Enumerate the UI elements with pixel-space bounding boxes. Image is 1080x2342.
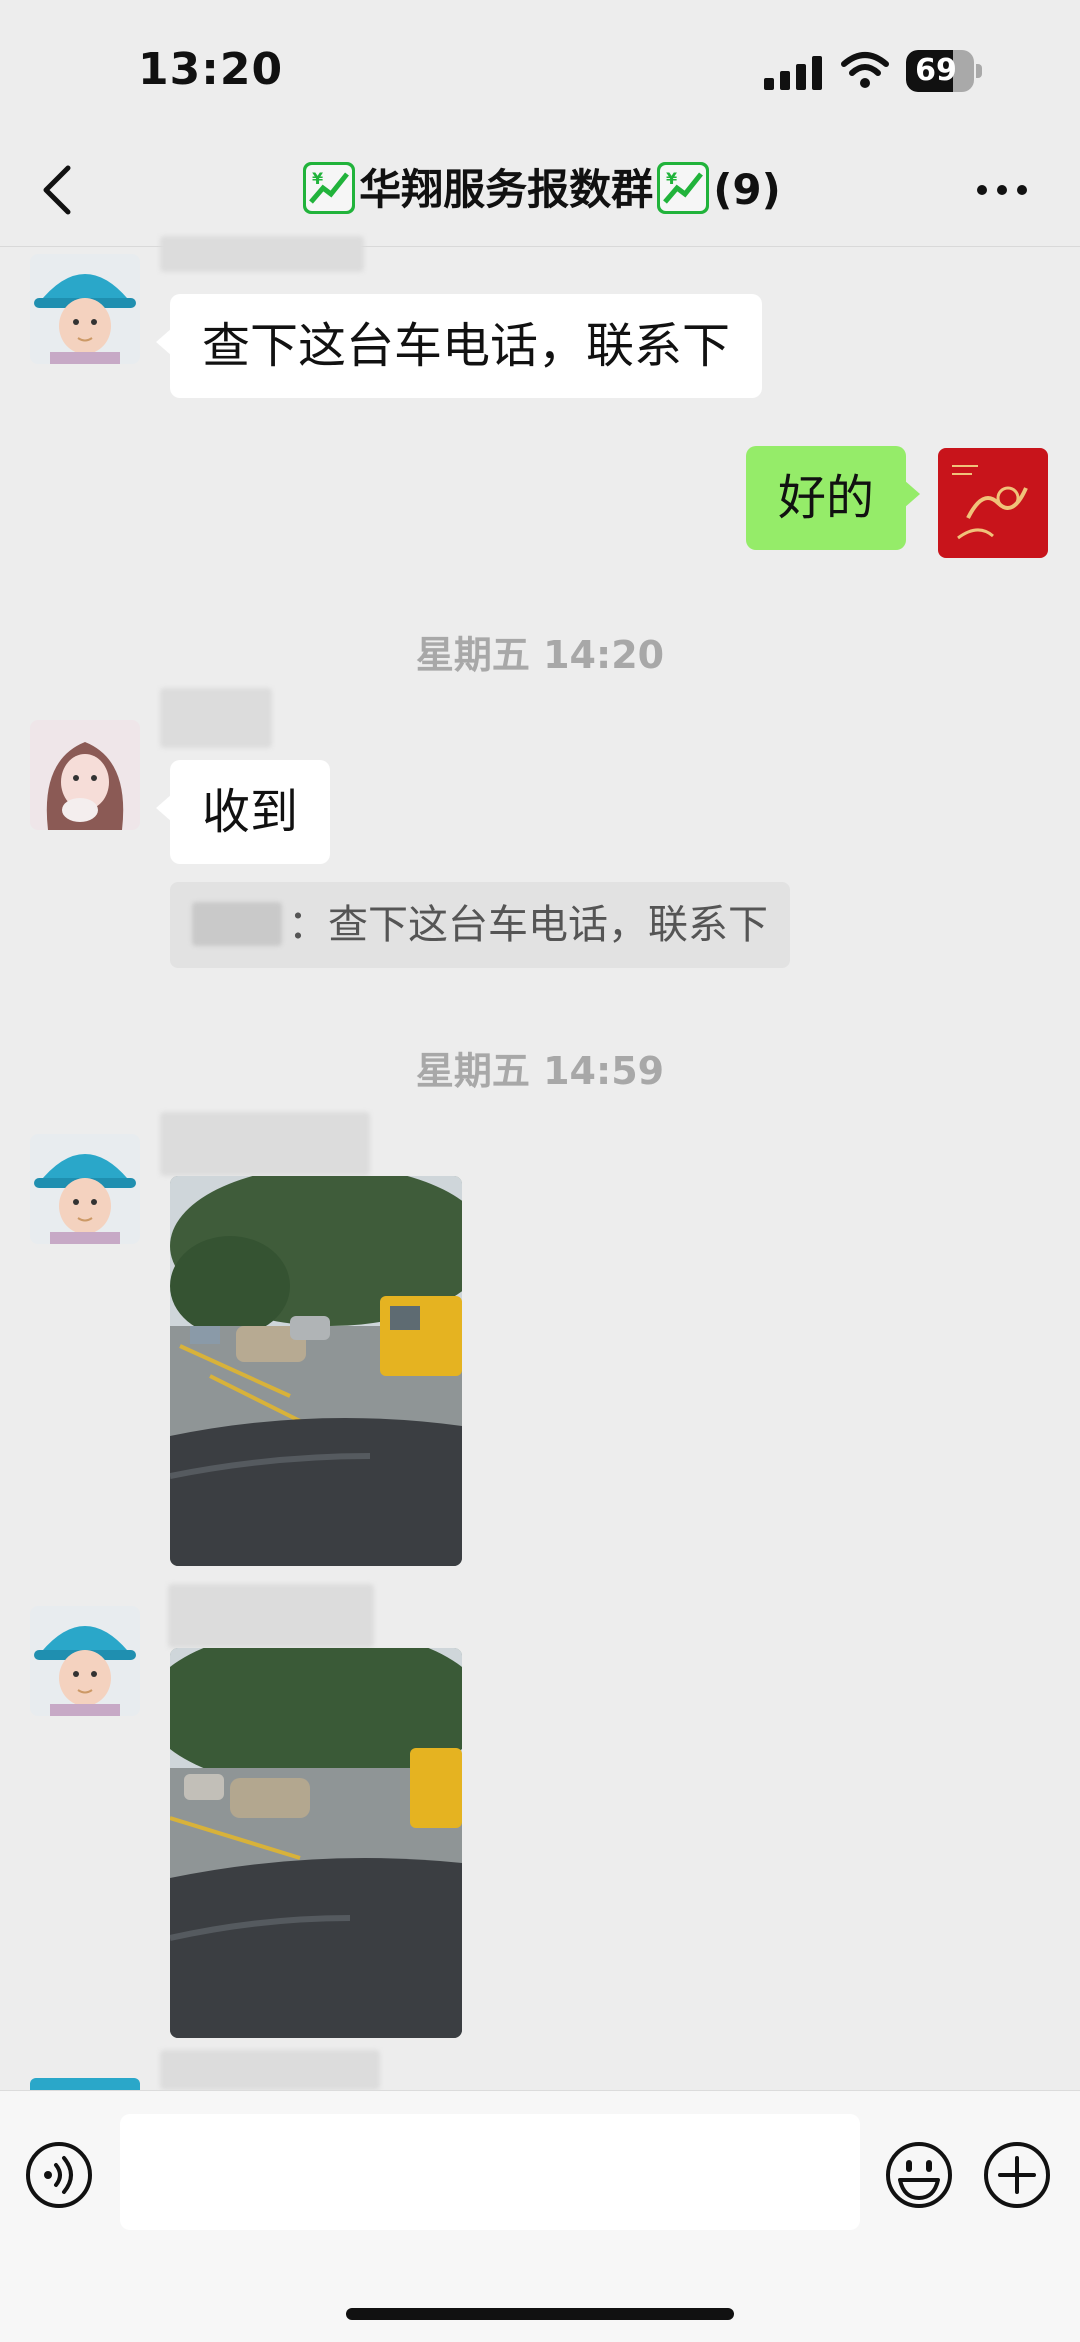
sender-name-blurred	[160, 2050, 380, 2090]
quoted-message[interactable]: ：查下这台车电话，联系下	[170, 882, 790, 968]
message-input[interactable]	[120, 2114, 860, 2230]
svg-text:¥: ¥	[312, 169, 323, 188]
quoted-text: ：查下这台车电话，联系下	[288, 902, 768, 948]
quoted-sender-blurred	[192, 902, 282, 946]
sender-name-blurred	[168, 1584, 374, 1648]
avatar[interactable]	[30, 1134, 140, 1244]
member-count: (9)	[713, 165, 781, 214]
timestamp: 星期五 14:59	[415, 1049, 665, 1093]
voice-icon[interactable]	[24, 2140, 94, 2210]
home-indicator	[346, 2308, 734, 2320]
more-icon[interactable]	[972, 170, 1032, 210]
image-message[interactable]	[170, 1176, 462, 1566]
wifi-icon	[841, 52, 889, 88]
my-message-bubble[interactable]: 好的	[746, 446, 921, 550]
sender-name-blurred	[160, 236, 364, 272]
chart-increasing-yen-emoji-icon: ¥	[303, 162, 356, 214]
chat-title: ¥ 华翔服务报数群 ¥ (9)	[140, 160, 940, 220]
chat-title-text: 华翔服务报数群	[359, 165, 654, 214]
my-avatar[interactable]	[938, 448, 1048, 558]
plus-icon[interactable]	[982, 2140, 1052, 2210]
svg-text:¥: ¥	[666, 169, 677, 188]
message-bubble[interactable]: 收到	[155, 760, 331, 864]
avatar[interactable]	[30, 1606, 140, 1716]
message-bubble[interactable]: 查下这台车电话，联系下	[155, 294, 763, 398]
battery-level-text: 69	[915, 53, 957, 88]
emoji-icon[interactable]	[884, 2140, 954, 2210]
timestamp: 星期五 14:20	[415, 633, 665, 677]
battery-indicator: 69	[906, 50, 982, 92]
back-icon[interactable]	[28, 150, 88, 230]
avatar-partial	[30, 2078, 140, 2090]
avatar[interactable]	[30, 254, 140, 364]
cellular-signal-icon	[764, 56, 822, 90]
chart-increasing-yen-emoji-icon: ¥	[657, 162, 710, 214]
sender-name-blurred	[160, 1112, 370, 1176]
status-time: 13:20	[138, 44, 284, 95]
image-message[interactable]	[170, 1648, 462, 2038]
avatar[interactable]	[30, 720, 140, 830]
sender-name-blurred	[160, 688, 272, 748]
